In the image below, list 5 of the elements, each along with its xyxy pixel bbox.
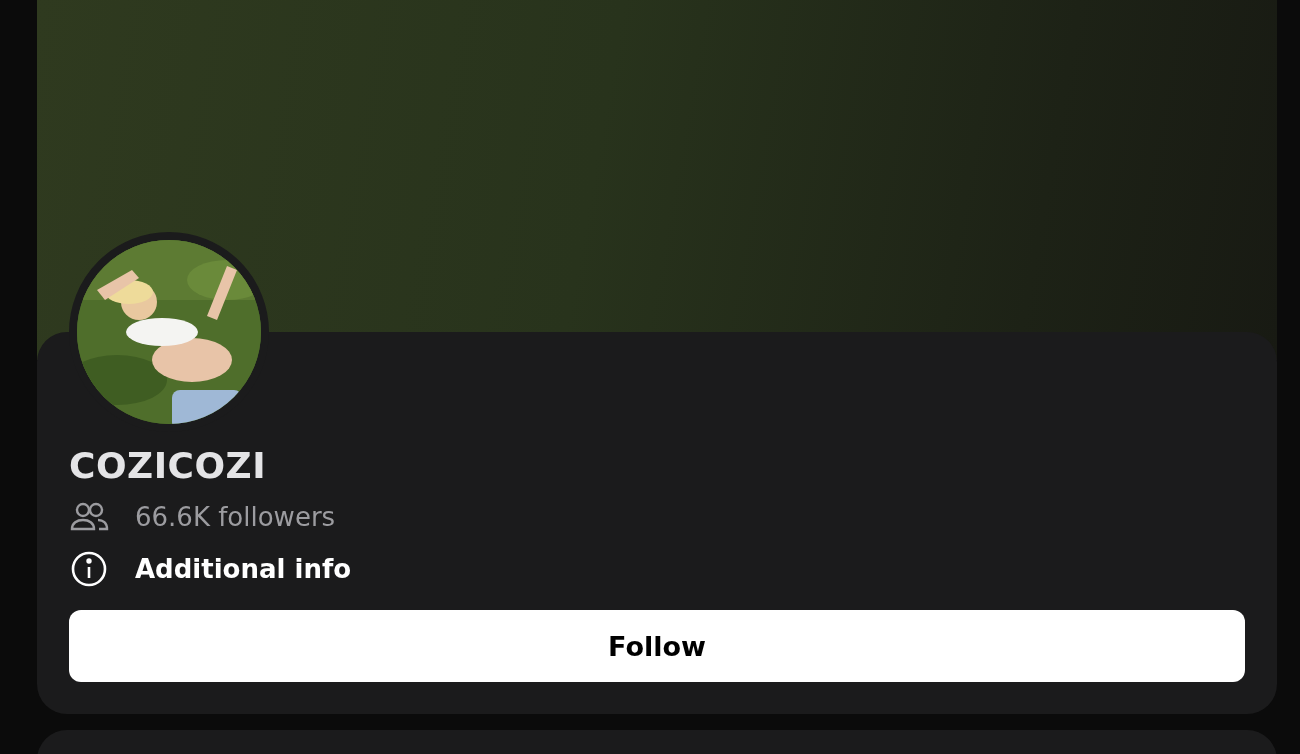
info-icon bbox=[69, 549, 109, 589]
followers-count: 66.6K followers bbox=[135, 502, 336, 532]
additional-info-link[interactable]: Additional info bbox=[135, 554, 352, 584]
follow-button[interactable]: Follow bbox=[69, 610, 1245, 682]
profile-name: COZICOZI bbox=[69, 444, 268, 488]
